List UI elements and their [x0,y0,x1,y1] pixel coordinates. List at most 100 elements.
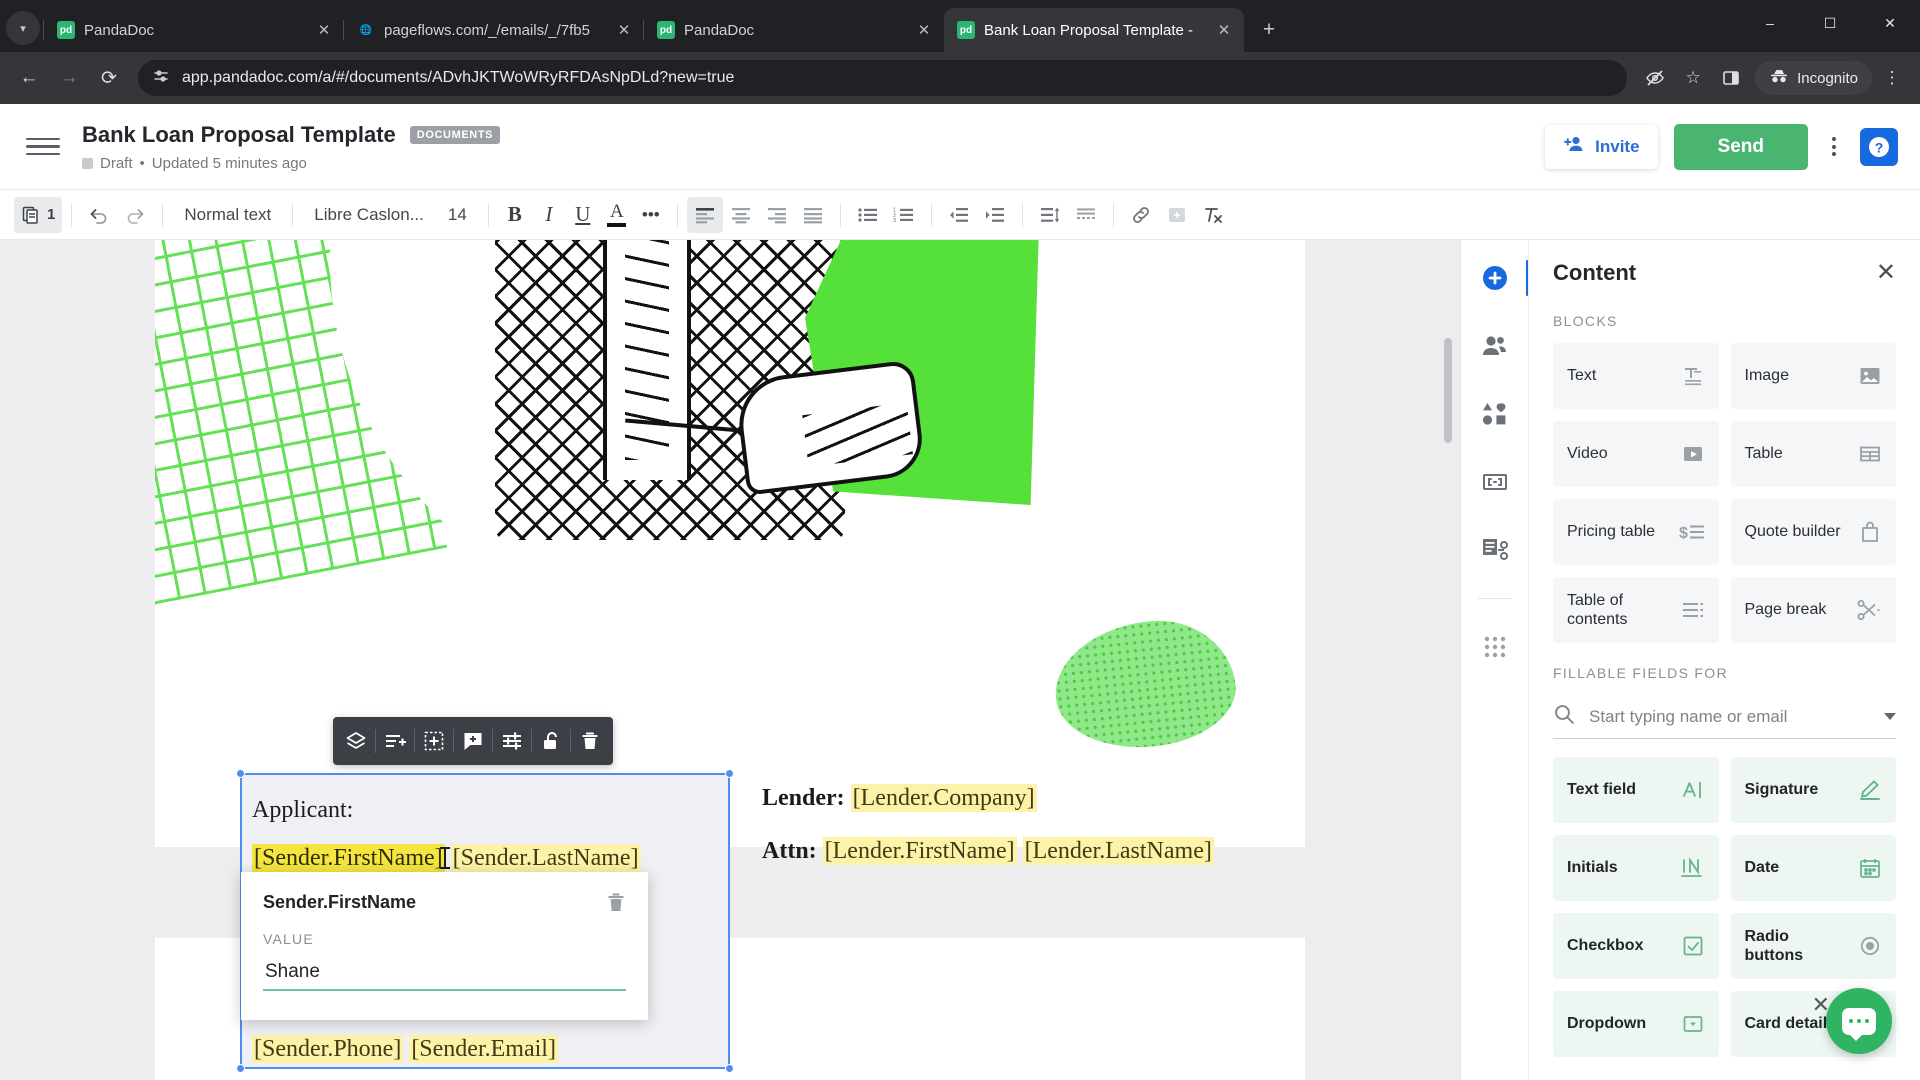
line-spacing-icon[interactable] [1032,197,1068,233]
add-row-icon[interactable] [376,721,414,761]
sidebar-item-shapes[interactable] [1475,394,1515,434]
redo-icon[interactable] [117,197,153,233]
token-sender-phone[interactable]: [Sender.Phone] [252,1035,404,1063]
browser-tab-1[interactable]: pd PandaDoc ✕ [43,8,344,52]
hide-password-icon[interactable] [1637,60,1673,96]
align-justify-icon[interactable] [795,197,831,233]
browser-tab-3[interactable]: pd PandaDoc ✕ [643,8,944,52]
resize-handle-bottom-left[interactable] [236,1064,245,1073]
document-canvas[interactable]: Applicant: [Sender.FirstName] [Sender.La… [0,240,1460,1080]
recipient-search-row[interactable]: Start typing name or email [1553,695,1896,739]
close-icon[interactable]: ✕ [914,20,934,40]
sidebar-item-recipients[interactable] [1475,326,1515,366]
align-left-icon[interactable] [686,196,723,233]
block-card-table-of-contents[interactable]: Table of contents [1553,577,1719,643]
decrease-indent-icon[interactable] [941,197,977,233]
browser-tab-4-active[interactable]: pd Bank Loan Proposal Template - ✕ [944,8,1244,52]
invite-button[interactable]: Invite [1545,124,1658,169]
sidebar-item-content[interactable] [1475,258,1529,298]
block-card-text[interactable]: Text [1553,343,1719,409]
new-tab-button[interactable]: + [1252,13,1286,47]
text-color-button[interactable]: A [600,197,634,233]
chat-close-icon[interactable]: ✕ [1812,992,1830,1018]
token-sender-lastname[interactable]: [Sender.LastName] [450,844,641,872]
link-icon[interactable] [1123,197,1159,233]
field-settings-popup[interactable]: Sender.FirstName VALUE Shane [241,872,648,1020]
unlock-icon[interactable] [532,721,570,761]
italic-button[interactable]: I [532,197,566,233]
sidebar-item-apps[interactable] [1475,627,1515,667]
search-input[interactable]: Start typing name or email [1589,707,1870,727]
numbered-list-icon[interactable]: 1 2 3 [886,197,922,233]
field-value-input[interactable]: Shane [263,955,626,991]
token-sender-firstname[interactable]: [Sender.FirstName] [252,844,445,872]
field-card-initials[interactable]: Initials [1553,835,1719,901]
incognito-indicator[interactable]: Incognito [1755,61,1872,95]
paragraph-spacing-icon[interactable] [1068,197,1104,233]
chevron-down-icon[interactable] [1884,713,1896,720]
settings-sliders-icon[interactable] [493,721,531,761]
token-lender-company[interactable]: [Lender.Company] [850,784,1037,812]
close-icon[interactable]: ✕ [314,20,334,40]
address-bar[interactable]: app.pandadoc.com/a/#/documents/ADvhJKTWo… [138,60,1628,96]
underline-button[interactable]: U [566,197,600,233]
more-formatting-icon[interactable]: ••• [634,197,668,233]
block-card-pricing-table[interactable]: Pricing table $ [1553,499,1719,565]
tab-search-button[interactable]: ▾ [6,11,40,45]
window-close-icon[interactable]: ✕ [1860,0,1920,46]
more-options-icon[interactable] [1824,131,1844,162]
token-lender-lastname[interactable]: [Lender.LastName] [1022,837,1214,865]
block-card-table[interactable]: Table [1730,421,1896,487]
close-icon[interactable]: ✕ [614,20,634,40]
sender-contact-line[interactable]: [Sender.Phone] [Sender.Email] [252,1035,558,1063]
resize-handle-top-right[interactable] [725,769,734,778]
site-settings-icon[interactable] [152,67,170,90]
menu-icon[interactable] [26,137,60,156]
bold-button[interactable]: B [498,197,532,233]
token-lender-firstname[interactable]: [Lender.FirstName] [822,837,1017,865]
close-icon[interactable]: ✕ [1214,20,1234,40]
bookmark-star-icon[interactable]: ☆ [1675,60,1711,96]
resize-handle-bottom-right[interactable] [725,1064,734,1073]
field-card-dropdown[interactable]: Dropdown [1553,991,1719,1057]
back-icon[interactable]: ← [10,59,48,97]
resize-handle-top-left[interactable] [236,769,245,778]
page-title[interactable]: Bank Loan Proposal Template [82,122,396,148]
bulleted-list-icon[interactable] [850,197,886,233]
browser-tab-2[interactable]: 🌐 pageflows.com/_/emails/_/7fb5 ✕ [343,8,644,52]
delete-block-icon[interactable] [571,721,609,761]
align-center-icon[interactable] [723,197,759,233]
add-block-icon[interactable] [415,721,453,761]
insert-image-icon[interactable] [1159,197,1195,233]
forward-icon[interactable]: → [50,59,88,97]
reload-icon[interactable]: ⟳ [90,59,128,97]
text-style-select[interactable]: Normal text [172,205,283,225]
trash-icon[interactable] [606,892,626,919]
increase-indent-icon[interactable] [977,197,1013,233]
clear-formatting-icon[interactable] [1195,197,1231,233]
block-card-image[interactable]: Image [1730,343,1896,409]
undo-icon[interactable] [81,197,117,233]
close-icon[interactable]: ✕ [1876,258,1896,287]
maximize-icon[interactable]: ☐ [1800,0,1860,46]
canvas-scrollbar[interactable] [1444,338,1452,443]
help-button[interactable]: ? [1860,127,1898,166]
sidebar-item-workflow[interactable] [1475,530,1515,570]
minimize-icon[interactable]: – [1740,0,1800,46]
layers-icon[interactable] [337,721,375,761]
field-card-text-field[interactable]: Text field [1553,757,1719,823]
token-sender-email[interactable]: [Sender.Email] [409,1035,558,1063]
font-size-select[interactable]: 14 [436,205,479,225]
field-card-checkbox[interactable]: Checkbox [1553,913,1719,979]
chat-support-button[interactable] [1826,988,1892,1054]
field-card-radio-buttons[interactable]: Radio buttons [1730,913,1896,979]
sidebar-item-variables[interactable] [1475,462,1515,502]
block-card-page-break[interactable]: Page break [1730,577,1896,643]
lender-text-block[interactable]: Lender: [Lender.Company] Attn: [Lender.F… [762,784,1214,891]
send-button[interactable]: Send [1673,123,1808,170]
page-count-button[interactable]: 1 [14,196,63,233]
align-right-icon[interactable] [759,197,795,233]
side-panel-icon[interactable] [1713,60,1749,96]
block-card-video[interactable]: Video [1553,421,1719,487]
sender-name-line[interactable]: [Sender.FirstName] [Sender.LastName] [252,844,641,872]
